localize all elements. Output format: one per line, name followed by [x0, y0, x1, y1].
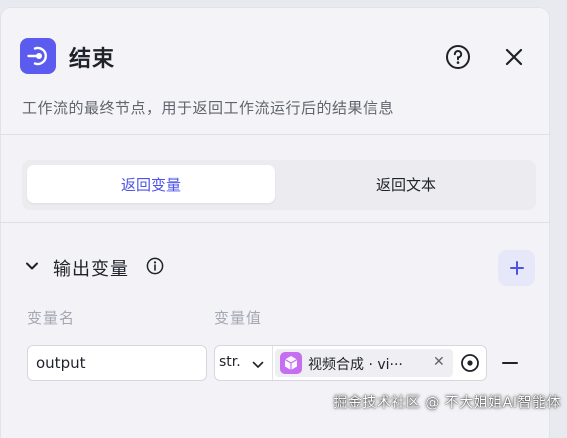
tab-return-variable[interactable]: 返回变量	[27, 165, 275, 203]
variable-value-field: str. 视频合成 · vi··· ✕	[214, 345, 487, 381]
column-label-name: 变量名	[27, 307, 75, 328]
video-node-icon	[280, 352, 302, 374]
question-circle-icon[interactable]	[445, 44, 471, 70]
target-icon[interactable]	[460, 353, 480, 373]
info-circle-icon[interactable]	[146, 257, 164, 275]
output-section-header: 输出变量	[21, 248, 541, 288]
remove-reference-icon[interactable]: ✕	[433, 354, 447, 370]
variable-name-input[interactable]	[27, 345, 207, 381]
plus-icon	[509, 260, 525, 276]
close-icon[interactable]	[501, 44, 527, 70]
node-description: 工作流的最终节点，用于返回工作流运行后的结果信息	[22, 97, 394, 118]
reference-label: 视频合成 · vi···	[308, 354, 426, 374]
column-label-value: 变量值	[214, 307, 262, 328]
end-node-panel: 结束 工作流的最终节点，用于返回工作流运行后的结果信息 返回变量 返回文本	[1, 8, 549, 438]
watermark: 掘金技术社区 @ 不大姐姐AI智能体	[333, 392, 561, 412]
type-label: str.	[219, 354, 241, 370]
add-variable-button[interactable]	[498, 250, 535, 286]
chevron-down-icon	[251, 357, 265, 371]
end-node-icon	[20, 38, 56, 74]
variable-reference-tag[interactable]: 视频合成 · vi··· ✕	[275, 349, 453, 377]
chevron-down-icon[interactable]	[24, 258, 40, 274]
node-header: 结束 工作流的最终节点，用于返回工作流运行后的结果信息	[1, 8, 549, 136]
header-divider	[1, 134, 549, 135]
tabs-divider	[1, 222, 549, 223]
tab-return-text[interactable]: 返回文本	[282, 165, 530, 203]
minus-icon	[501, 353, 519, 373]
remove-variable-button[interactable]	[501, 353, 519, 373]
node-title: 结束	[69, 41, 115, 73]
output-section-title: 输出变量	[53, 255, 129, 281]
type-select[interactable]: str.	[215, 346, 273, 380]
return-mode-tabs: 返回变量 返回文本	[22, 160, 536, 210]
